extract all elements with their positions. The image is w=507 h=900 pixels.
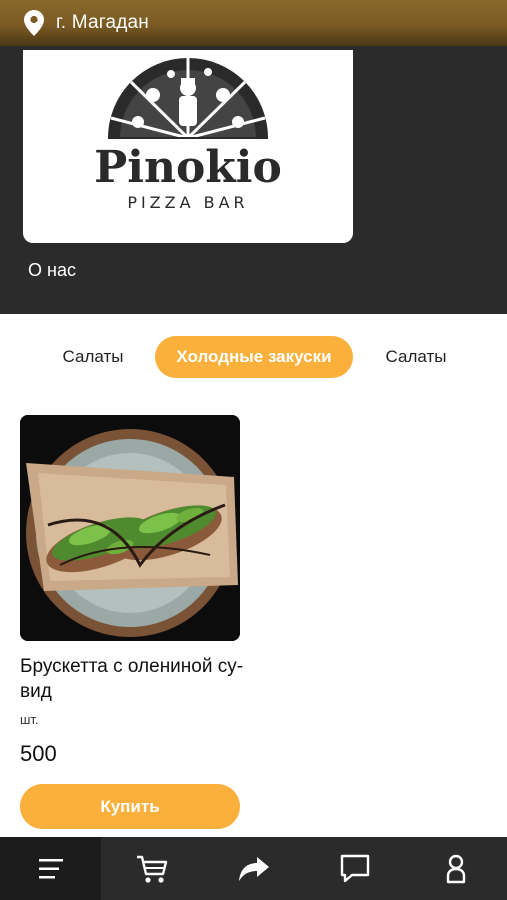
chat-icon	[340, 854, 370, 882]
nav-cart[interactable]	[101, 837, 202, 900]
profile-icon	[447, 854, 466, 883]
menu-icon	[38, 858, 63, 878]
cart-icon	[137, 855, 168, 883]
product-price: 500	[20, 741, 57, 766]
bottom-navigation	[0, 837, 507, 900]
nav-share[interactable]	[203, 837, 304, 900]
nav-menu[interactable]	[0, 837, 102, 900]
about-link[interactable]: О нас	[28, 260, 76, 281]
location-bar[interactable]: г. Магадан	[0, 0, 507, 46]
product-unit: шт.	[20, 712, 39, 727]
tab-salads[interactable]: Салаты	[45, 336, 141, 378]
product-card[interactable]	[20, 415, 240, 641]
share-icon	[238, 856, 269, 881]
buy-button[interactable]: Купить	[20, 784, 240, 829]
pizza-logo-graphic	[108, 58, 268, 140]
brand-name: Pinokio	[94, 142, 282, 193]
tab-cold-appetizers[interactable]: Холодные закуски	[155, 336, 353, 378]
nav-profile[interactable]	[406, 837, 507, 900]
nav-chat[interactable]	[304, 837, 405, 900]
map-pin-icon	[24, 10, 44, 36]
bruschetta-image	[20, 415, 240, 641]
brand-subtitle: PIZZA BAR	[127, 193, 249, 212]
product-photo[interactable]	[20, 415, 240, 641]
city-label: г. Магадан	[56, 12, 150, 33]
product-name[interactable]: Брускетта с олениной су-вид	[20, 654, 260, 704]
hero-section: Pinokio PIZZA BAR О нас	[0, 46, 507, 314]
category-tabs: Салаты Холодные закуски Салаты	[0, 336, 507, 380]
tab-salads-2[interactable]: Салаты	[368, 336, 464, 378]
brand-logo: Pinokio PIZZA BAR	[23, 50, 353, 243]
